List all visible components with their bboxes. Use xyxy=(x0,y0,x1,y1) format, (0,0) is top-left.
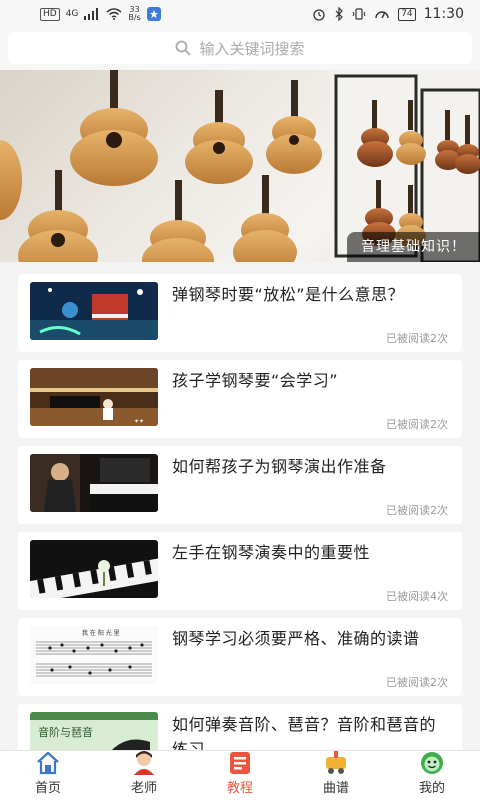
banner[interactable]: 音理基础知识！ xyxy=(0,70,480,262)
sheet-music-icon xyxy=(322,749,350,775)
article-title: 钢琴学习必须要严格、准确的读谱 xyxy=(172,629,420,648)
bluetooth-icon xyxy=(335,7,344,21)
tab-home[interactable]: 首页 xyxy=(0,751,96,800)
search-input[interactable]: 输入关键词搜索 xyxy=(8,32,472,64)
alarm-icon xyxy=(313,9,325,21)
banner-caption: 音理基础知识！ xyxy=(347,232,480,262)
tutorial-icon xyxy=(226,751,254,775)
tab-profile[interactable]: 我的 xyxy=(384,751,480,800)
read-count: 已被阅读2次 xyxy=(386,676,448,689)
article-title: 左手在钢琴演奏中的重要性 xyxy=(172,543,371,562)
tab-tutorial[interactable]: 教程 xyxy=(192,751,288,800)
guitar xyxy=(70,70,158,186)
speed-icon xyxy=(375,11,389,19)
article-card[interactable]: 如何帮孩子为钢琴演出作准备 已被阅读2次 xyxy=(18,446,462,524)
read-count: 已被阅读4次 xyxy=(386,590,448,603)
tab-label: 教程 xyxy=(226,781,253,796)
profile-icon xyxy=(418,749,446,775)
search-placeholder: 输入关键词搜索 xyxy=(199,39,305,58)
read-count: 已被阅读2次 xyxy=(386,504,448,517)
bottom-tab-bar: 首页 老师 教程 曲谱 我的 xyxy=(0,750,480,800)
read-count: 已被阅读2次 xyxy=(386,418,448,431)
read-count: 已被阅读2次 xyxy=(386,332,448,345)
app-notification-icon xyxy=(146,7,161,21)
tab-label: 曲谱 xyxy=(322,781,349,796)
article-title: 弹钢琴时要“放松”是什么意思？ xyxy=(172,285,405,304)
article-thumbnail xyxy=(30,540,158,598)
article-title: 如何帮孩子为钢琴演出作准备 xyxy=(172,457,387,476)
tab-teacher[interactable]: 老师 xyxy=(96,751,192,800)
net-speed: 33 B/s xyxy=(128,5,141,22)
signal-icon xyxy=(84,8,99,20)
battery-icon: 74 xyxy=(398,7,416,21)
article-card[interactable]: 我 在 阳 光 里 钢琴学习必须要严格、准确的读谱 已被阅读2次 xyxy=(18,618,462,696)
sheet-title: 我 在 阳 光 里 xyxy=(82,629,120,637)
status-bar: HD 4G 33 B/s 74 11:30 xyxy=(0,0,480,28)
article-card[interactable]: 左手在钢琴演奏中的重要性 已被阅读4次 xyxy=(18,532,462,610)
article-thumbnail xyxy=(30,282,158,340)
wifi-icon xyxy=(106,8,122,20)
tab-label: 首页 xyxy=(34,781,61,796)
network-type: 4G xyxy=(65,9,79,19)
article-card[interactable]: ✦✦ 孩子学钢琴要“会学习” 已被阅读2次 xyxy=(18,360,462,438)
search-bar-container: 输入关键词搜索 xyxy=(0,28,480,70)
article-card[interactable]: 弹钢琴时要“放松”是什么意思？ 已被阅读2次 xyxy=(18,274,462,352)
article-thumbnail: 我 在 阳 光 里 xyxy=(30,626,158,684)
search-icon xyxy=(176,40,192,56)
tab-label: 我的 xyxy=(418,781,445,796)
article-thumbnail xyxy=(30,454,158,512)
hd-indicator: HD xyxy=(40,7,60,21)
svg-text:✦✦: ✦✦ xyxy=(134,418,144,425)
vibrate-icon xyxy=(352,8,366,20)
home-icon xyxy=(34,751,62,775)
book-title: 音阶与琶音 xyxy=(38,725,93,739)
tab-sheet-music[interactable]: 曲谱 xyxy=(288,751,384,800)
teacher-avatar-icon xyxy=(130,749,158,775)
clock: 11:30 xyxy=(423,6,464,22)
article-title: 孩子学钢琴要“会学习” xyxy=(172,371,339,390)
article-thumbnail: ✦✦ xyxy=(30,368,158,426)
tab-label: 老师 xyxy=(130,781,157,796)
